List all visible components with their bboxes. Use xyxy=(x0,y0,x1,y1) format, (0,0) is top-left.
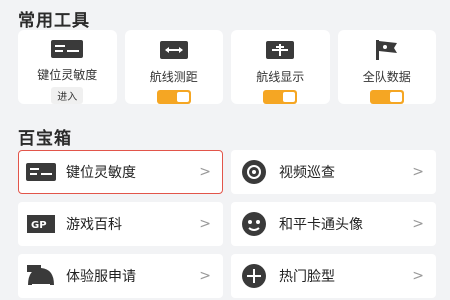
face-shape-icon xyxy=(237,261,271,291)
box-item-test-server[interactable]: 体验服申请 > xyxy=(18,254,223,298)
airplane-icon xyxy=(262,36,298,64)
chevron-right-icon: > xyxy=(199,164,211,180)
list-label: 视频巡查 xyxy=(279,165,335,181)
tool-key-sensitivity[interactable]: 键位灵敏度 进入 xyxy=(18,30,117,104)
svg-text:GP: GP xyxy=(31,220,47,231)
list-label: 键位灵敏度 xyxy=(66,165,136,181)
gp-icon: GP xyxy=(24,209,58,239)
chevron-right-icon: > xyxy=(412,164,424,180)
list-label: 体验服申请 xyxy=(66,269,136,285)
keyboard-sliders-icon xyxy=(49,36,85,62)
route-display-toggle[interactable] xyxy=(263,90,298,104)
chevron-right-icon: > xyxy=(412,216,424,232)
tool-label: 全队数据 xyxy=(362,70,411,84)
route-distance-toggle[interactable] xyxy=(156,90,191,104)
tool-label: 键位灵敏度 xyxy=(37,68,98,82)
box-item-game-wiki[interactable]: GP 游戏百科 > xyxy=(18,202,223,246)
team-data-toggle[interactable] xyxy=(369,90,404,104)
cartoon-face-icon xyxy=(237,209,271,239)
box-item-popular-faces[interactable]: 热门脸型 > xyxy=(231,254,436,298)
beta-helmet-icon xyxy=(24,261,58,291)
list-label: 游戏百科 xyxy=(66,217,122,233)
box-item-key-sensitivity[interactable]: 键位灵敏度 > xyxy=(18,150,223,194)
chevron-right-icon: > xyxy=(199,268,211,284)
section-title-tools: 常用工具 xyxy=(18,11,90,31)
box-item-video-patrol[interactable]: 视频巡查 > xyxy=(231,150,436,194)
video-target-icon xyxy=(237,157,271,187)
box-item-cartoon-avatar[interactable]: 和平卡通头像 > xyxy=(231,202,436,246)
team-flag-icon xyxy=(369,36,405,64)
chevron-right-icon: > xyxy=(199,216,211,232)
enter-button[interactable]: 进入 xyxy=(51,87,84,104)
distance-arrow-icon xyxy=(156,36,192,64)
list-label: 和平卡通头像 xyxy=(279,217,363,233)
keyboard-sliders-icon xyxy=(24,157,58,187)
tool-label: 航线测距 xyxy=(149,70,198,84)
list-label: 热门脸型 xyxy=(279,269,335,285)
tools-row: 键位灵敏度 进入 航线测距 航线显示 全队数据 xyxy=(18,30,436,104)
box-grid: 键位灵敏度 > 视频巡查 > GP 游戏百科 > 和平卡通头像 > 体验服申请 … xyxy=(18,150,436,298)
tool-team-data[interactable]: 全队数据 xyxy=(337,30,436,104)
tool-route-distance[interactable]: 航线测距 xyxy=(124,30,223,104)
tool-label: 航线显示 xyxy=(256,70,305,84)
chevron-right-icon: > xyxy=(412,268,424,284)
section-title-box: 百宝箱 xyxy=(18,129,72,149)
tool-route-display[interactable]: 航线显示 xyxy=(231,30,330,104)
